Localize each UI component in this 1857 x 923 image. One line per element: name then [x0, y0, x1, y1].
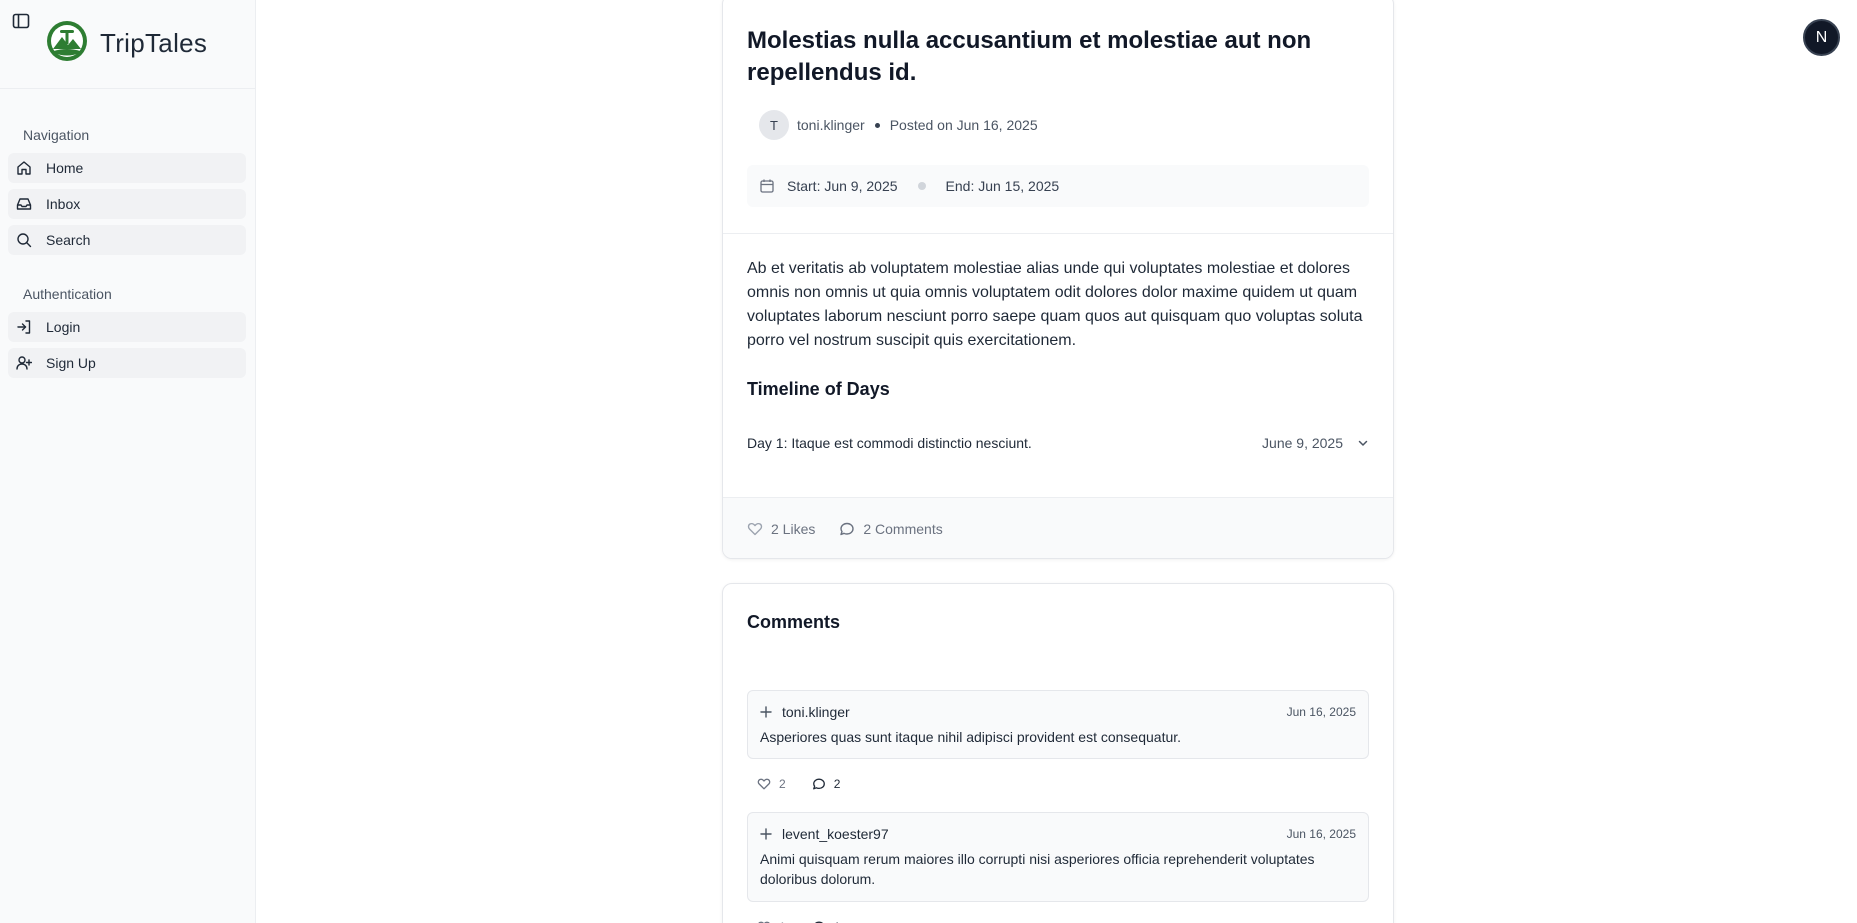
- plus-icon[interactable]: [760, 828, 772, 840]
- sidebar-item-label: Sign Up: [46, 355, 96, 371]
- sidebar-item-home[interactable]: Home: [8, 153, 246, 183]
- comment-text: Asperiores quas sunt itaque nihil adipis…: [760, 729, 1182, 745]
- comment-replies-count: 2: [833, 777, 841, 791]
- comment-like-button[interactable]: 2: [757, 777, 786, 791]
- comments-count: 2 Comments: [863, 521, 943, 537]
- meta-separator: [874, 122, 880, 128]
- author-avatar[interactable]: T: [759, 110, 789, 140]
- comments-button[interactable]: 2 Comments: [839, 521, 943, 537]
- comment-likes-count: 2: [779, 777, 786, 791]
- comment-date: Jun 16, 2025: [1286, 705, 1356, 719]
- like-button[interactable]: 2 Likes: [747, 521, 815, 537]
- post-footer: 2 Likes 2 Comments: [723, 497, 1393, 558]
- comment-text: Animi quisquam rerum maiores illo corrup…: [760, 851, 1315, 887]
- home-icon: [17, 161, 31, 175]
- plus-icon[interactable]: [760, 706, 772, 718]
- calendar-icon: [760, 179, 774, 193]
- timeline-day-label: Day 1: Itaque est commodi distinctio nes…: [747, 435, 1032, 451]
- app-title: TripTales: [100, 27, 208, 58]
- sidebar: TripTales Navigation Home Inbox Search A…: [0, 0, 256, 923]
- trip-start-date: Start: Jun 9, 2025: [787, 178, 898, 194]
- nav-group-label-authentication: Authentication: [23, 286, 112, 302]
- login-icon: [17, 320, 31, 334]
- author-username[interactable]: toni.klinger: [797, 117, 865, 133]
- likes-count: 2 Likes: [771, 521, 816, 537]
- comment-icon: [840, 522, 855, 536]
- trip-end-date: End: Jun 15, 2025: [945, 178, 1060, 194]
- logo-icon: [46, 20, 88, 67]
- nav-group-label-navigation: Navigation: [23, 127, 90, 143]
- sidebar-item-label: Inbox: [46, 196, 81, 212]
- brand[interactable]: TripTales: [46, 20, 208, 67]
- user-avatar[interactable]: N: [1803, 19, 1840, 56]
- heart-icon: [747, 522, 763, 536]
- sidebar-item-inbox[interactable]: Inbox: [8, 189, 246, 219]
- sidebar-item-label: Search: [46, 232, 91, 248]
- comments-title: Comments: [747, 612, 841, 632]
- sidebar-toggle-icon[interactable]: [12, 12, 30, 30]
- post-title: Molestias nulla accusantium et molestiae…: [747, 27, 1312, 86]
- post-body: Ab et veritatis ab voluptatem molestiae …: [747, 260, 1363, 349]
- sidebar-item-login[interactable]: Login: [8, 312, 246, 342]
- inbox-icon: [16, 198, 32, 210]
- timeline-day-date: June 9, 2025: [1262, 435, 1343, 451]
- comment-item: levent_koester97 Jun 16, 2025 Animi quis…: [747, 812, 1369, 902]
- sidebar-item-search[interactable]: Search: [8, 225, 246, 255]
- post-meta: T toni.klinger Posted on Jun 16, 2025: [759, 110, 1038, 140]
- sidebar-item-label: Home: [46, 160, 84, 176]
- comment-icon: [812, 778, 825, 790]
- sidebar-item-signup[interactable]: Sign Up: [8, 348, 246, 378]
- comment-author[interactable]: toni.klinger: [782, 704, 850, 720]
- divider: [0, 88, 256, 89]
- comment-author[interactable]: levent_koester97: [782, 826, 889, 842]
- trip-dates: Start: Jun 9, 2025 End: Jun 15, 2025: [747, 165, 1369, 207]
- timeline-title: Timeline of Days: [747, 379, 890, 399]
- comment-actions: 2 2: [757, 777, 840, 791]
- timeline-day-item[interactable]: Day 1: Itaque est commodi distinctio nes…: [747, 431, 1369, 455]
- post-date: Posted on Jun 16, 2025: [889, 117, 1038, 133]
- comment-reply-button[interactable]: 2: [812, 777, 841, 791]
- comments-card: Comments toni.klinger Jun 16, 2025 Asper…: [722, 583, 1394, 923]
- search-icon: [17, 233, 32, 248]
- comment-date: Jun 16, 2025: [1286, 827, 1356, 841]
- user-plus-icon: [16, 356, 32, 370]
- chevron-down-icon: [1358, 440, 1368, 446]
- dates-separator: [917, 182, 926, 190]
- post-card: Molestias nulla accusantium et molestiae…: [722, 0, 1394, 559]
- divider: [723, 233, 1393, 234]
- heart-icon: [757, 778, 771, 790]
- comment-item: toni.klinger Jun 16, 2025 Asperiores qua…: [747, 690, 1369, 759]
- sidebar-item-label: Login: [46, 319, 81, 335]
